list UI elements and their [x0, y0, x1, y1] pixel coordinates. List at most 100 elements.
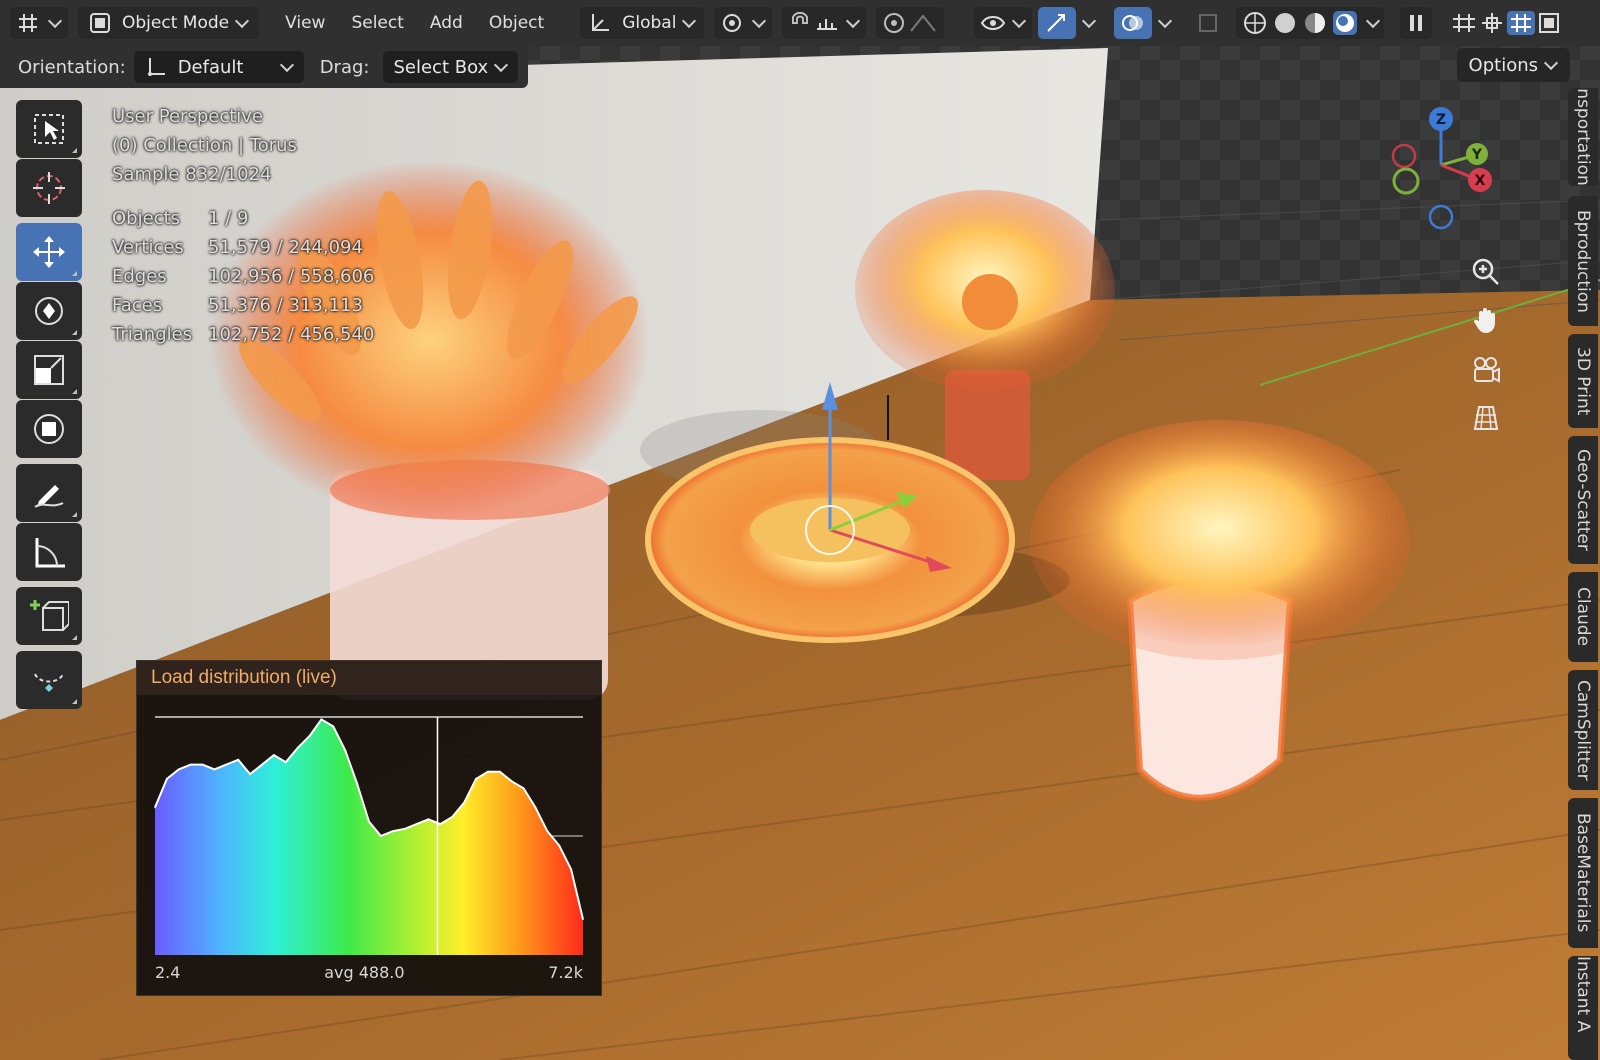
chart-data-point — [582, 918, 584, 921]
projection-toggle[interactable] — [1466, 398, 1506, 438]
orientation-axis-icon — [147, 58, 165, 76]
tool-measure[interactable] — [16, 523, 82, 581]
xray-toggle[interactable] — [1190, 7, 1226, 39]
overlays-toggle[interactable] — [1114, 7, 1153, 39]
tab-label: CamSplitter — [1573, 679, 1593, 781]
chevron-down-icon[interactable] — [1082, 13, 1097, 29]
chart-data-point — [451, 816, 454, 818]
tab-claude[interactable]: Claude — [1568, 572, 1598, 662]
overlays-icon — [1122, 15, 1144, 31]
zoom-button[interactable] — [1466, 252, 1506, 292]
menu-add[interactable]: Add — [430, 13, 463, 33]
tool-shelf — [16, 100, 82, 710]
sidebar-tabs: Transportation Bproduction 3D Print Geo-… — [1568, 88, 1600, 1060]
grid-icon[interactable] — [1450, 11, 1478, 35]
tab-bproduction[interactable]: Bproduction — [1568, 196, 1598, 326]
tab-camsplitter[interactable]: CamSplitter — [1568, 670, 1598, 790]
chart-data-point — [475, 777, 477, 780]
tool-scale[interactable] — [16, 341, 82, 399]
extra-tools[interactable] — [1444, 7, 1570, 39]
options-dropdown[interactable]: Options — [1456, 48, 1570, 82]
pause-icon — [1410, 15, 1423, 31]
rendered-shading-icon[interactable] — [1330, 10, 1360, 36]
tool-select-box[interactable] — [16, 100, 82, 158]
tab-label: Bproduction — [1573, 209, 1593, 313]
tool-settings-bar: Orientation: Default Drag: Select Box — [0, 46, 529, 88]
stat-row: Objects 1 / 9 — [112, 204, 374, 233]
menu-object[interactable]: Object — [489, 13, 544, 33]
tool-rotate[interactable] — [16, 282, 82, 340]
3d-viewport[interactable]: Object Mode View Select Add Object Globa… — [0, 0, 1600, 1060]
menu-select[interactable]: Select — [351, 13, 403, 33]
tab-label: BaseMaterials — [1573, 813, 1593, 933]
mode-dropdown[interactable]: Object Mode — [78, 7, 260, 39]
chart-data-point — [332, 725, 335, 728]
chart-data-point — [272, 754, 275, 757]
gizmo-y-label: Y — [1471, 147, 1483, 163]
gizmo-x-label: X — [1475, 173, 1486, 189]
tab-geo-scatter[interactable]: Geo-Scatter — [1568, 436, 1598, 564]
tab-transportation[interactable]: Transportation — [1568, 88, 1598, 186]
crosshair-icon[interactable] — [1478, 11, 1506, 35]
axis-gizmo[interactable]: Z Y X — [1384, 100, 1504, 240]
chevron-down-icon[interactable] — [1158, 13, 1173, 29]
transform-orientation-dropdown[interactable]: Global — [580, 7, 705, 39]
load-distribution-chart — [154, 716, 584, 955]
visibility-dropdown[interactable] — [974, 7, 1033, 39]
maximize-icon[interactable] — [1536, 11, 1564, 35]
tab-instant[interactable]: Instant A — [1568, 956, 1598, 1060]
wireframe-shading-icon[interactable] — [1240, 10, 1270, 36]
material-shading-icon[interactable] — [1300, 10, 1330, 36]
gizmo-toggle[interactable] — [1038, 7, 1077, 39]
drag-dropdown[interactable]: Select Box — [383, 51, 519, 83]
chart-data-point — [368, 820, 370, 823]
viewport-header: Object Mode View Select Add Object Globa… — [0, 0, 1600, 46]
tab-3d-print[interactable]: 3D Print — [1568, 334, 1598, 428]
render-pause-button[interactable] — [1400, 7, 1433, 39]
snap-grid-icon[interactable] — [1506, 10, 1536, 36]
chart-data-point — [308, 735, 311, 737]
chart-data-point — [213, 768, 216, 771]
chart-data-point — [249, 773, 252, 776]
editor-type-button[interactable] — [10, 7, 68, 39]
tool-move[interactable] — [16, 223, 82, 281]
stat-value: 1 / 9 — [208, 208, 249, 229]
load-distribution-panel: Load distribution (live) 2.4 avg 488.0 7 — [136, 660, 602, 996]
tool-transform[interactable] — [16, 400, 82, 458]
tab-basematerials[interactable]: BaseMaterials — [1568, 798, 1598, 948]
tool-add-cube[interactable] — [16, 587, 82, 645]
stat-value: 102,956 / 558,606 — [208, 266, 375, 287]
snap-toggle[interactable] — [782, 7, 867, 39]
tool-annotate[interactable] — [16, 464, 82, 522]
tab-label: Transportation — [1573, 88, 1593, 186]
chart-max-label: 7.2k — [548, 963, 583, 982]
camera-view-button[interactable] — [1466, 350, 1506, 390]
chevron-down-icon — [235, 13, 250, 29]
chevron-down-icon — [494, 57, 509, 73]
move-icon — [33, 236, 65, 268]
drag-value: Select Box — [393, 56, 489, 78]
tab-label: Instant A — [1573, 956, 1593, 1033]
chart-data-point — [296, 746, 299, 749]
solid-shading-icon[interactable] — [1270, 10, 1300, 36]
shading-modes[interactable] — [1236, 7, 1385, 39]
editor-type-icon — [19, 14, 37, 32]
pan-button[interactable] — [1466, 300, 1506, 340]
navigation-gizmo[interactable]: Z Y X — [1384, 100, 1504, 244]
chevron-down-icon — [846, 13, 861, 29]
chart-data-point — [201, 763, 204, 766]
chart-plot-area — [154, 716, 584, 955]
orientation-label: Orientation: — [18, 56, 126, 78]
tab-label: 3D Print — [1573, 346, 1593, 416]
rotate-icon — [35, 297, 63, 325]
chart-data-point — [356, 782, 359, 785]
stat-value: 51,579 / 244,094 — [208, 237, 363, 258]
proportional-editing[interactable] — [876, 7, 945, 39]
tool-shear[interactable] — [16, 651, 82, 709]
tool-cursor[interactable] — [16, 159, 82, 217]
orientation-dropdown[interactable]: Default — [133, 51, 304, 83]
tab-label: Claude — [1573, 587, 1593, 647]
menu-view[interactable]: View — [285, 13, 325, 33]
pivot-dropdown[interactable] — [714, 7, 773, 39]
perspective-text: User Perspective — [112, 106, 263, 127]
